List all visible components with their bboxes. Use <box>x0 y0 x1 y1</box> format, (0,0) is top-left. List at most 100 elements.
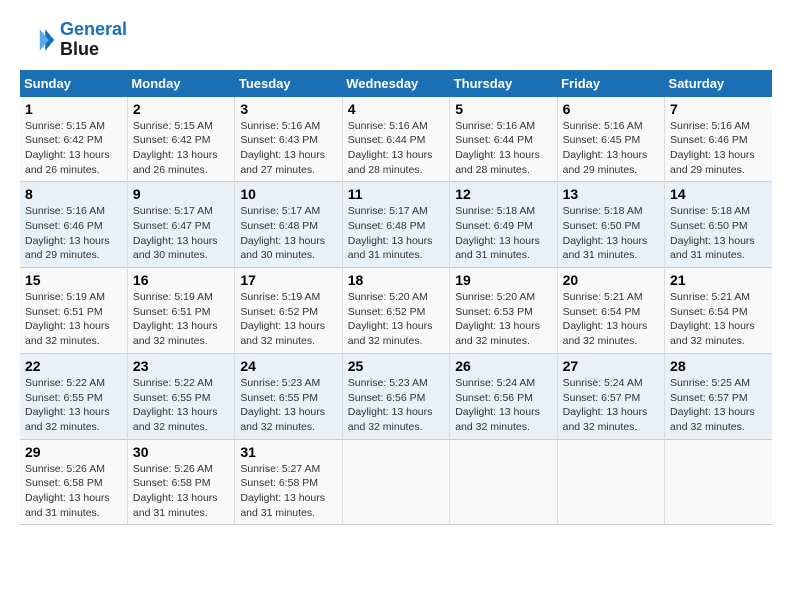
day-number: 28 <box>670 358 767 374</box>
calendar-cell: 11 Sunrise: 5:17 AM Sunset: 6:48 PM Dayl… <box>342 182 449 268</box>
day-number: 2 <box>133 101 229 117</box>
calendar-cell <box>665 439 772 525</box>
day-info: Sunrise: 5:21 AM Sunset: 6:54 PM Dayligh… <box>670 290 767 349</box>
logo: General Blue <box>20 20 127 60</box>
day-info: Sunrise: 5:27 AM Sunset: 6:58 PM Dayligh… <box>240 462 336 521</box>
calendar-cell: 24 Sunrise: 5:23 AM Sunset: 6:55 PM Dayl… <box>235 353 342 439</box>
calendar-cell <box>342 439 449 525</box>
calendar-cell: 17 Sunrise: 5:19 AM Sunset: 6:52 PM Dayl… <box>235 268 342 354</box>
col-header-saturday: Saturday <box>665 70 772 97</box>
calendar-cell: 1 Sunrise: 5:15 AM Sunset: 6:42 PM Dayli… <box>20 97 127 182</box>
calendar-week-2: 8 Sunrise: 5:16 AM Sunset: 6:46 PM Dayli… <box>20 182 772 268</box>
calendar-cell <box>557 439 664 525</box>
day-info: Sunrise: 5:22 AM Sunset: 6:55 PM Dayligh… <box>133 376 229 435</box>
day-number: 22 <box>25 358 122 374</box>
day-info: Sunrise: 5:26 AM Sunset: 6:58 PM Dayligh… <box>133 462 229 521</box>
calendar-week-3: 15 Sunrise: 5:19 AM Sunset: 6:51 PM Dayl… <box>20 268 772 354</box>
day-info: Sunrise: 5:18 AM Sunset: 6:50 PM Dayligh… <box>563 204 659 263</box>
day-info: Sunrise: 5:17 AM Sunset: 6:48 PM Dayligh… <box>240 204 336 263</box>
day-info: Sunrise: 5:25 AM Sunset: 6:57 PM Dayligh… <box>670 376 767 435</box>
day-info: Sunrise: 5:23 AM Sunset: 6:56 PM Dayligh… <box>348 376 444 435</box>
calendar-cell: 29 Sunrise: 5:26 AM Sunset: 6:58 PM Dayl… <box>20 439 127 525</box>
logo-text: General Blue <box>60 20 127 60</box>
day-info: Sunrise: 5:19 AM Sunset: 6:51 PM Dayligh… <box>25 290 122 349</box>
day-info: Sunrise: 5:20 AM Sunset: 6:52 PM Dayligh… <box>348 290 444 349</box>
calendar-cell: 16 Sunrise: 5:19 AM Sunset: 6:51 PM Dayl… <box>127 268 234 354</box>
calendar-cell: 5 Sunrise: 5:16 AM Sunset: 6:44 PM Dayli… <box>450 97 557 182</box>
day-number: 18 <box>348 272 444 288</box>
day-number: 13 <box>563 186 659 202</box>
day-number: 29 <box>25 444 122 460</box>
calendar-week-5: 29 Sunrise: 5:26 AM Sunset: 6:58 PM Dayl… <box>20 439 772 525</box>
day-info: Sunrise: 5:16 AM Sunset: 6:46 PM Dayligh… <box>25 204 122 263</box>
day-info: Sunrise: 5:16 AM Sunset: 6:44 PM Dayligh… <box>455 119 551 178</box>
day-number: 10 <box>240 186 336 202</box>
day-number: 4 <box>348 101 444 117</box>
day-number: 25 <box>348 358 444 374</box>
calendar-cell: 7 Sunrise: 5:16 AM Sunset: 6:46 PM Dayli… <box>665 97 772 182</box>
calendar-cell: 15 Sunrise: 5:19 AM Sunset: 6:51 PM Dayl… <box>20 268 127 354</box>
day-number: 12 <box>455 186 551 202</box>
calendar-cell: 4 Sunrise: 5:16 AM Sunset: 6:44 PM Dayli… <box>342 97 449 182</box>
day-info: Sunrise: 5:23 AM Sunset: 6:55 PM Dayligh… <box>240 376 336 435</box>
day-info: Sunrise: 5:15 AM Sunset: 6:42 PM Dayligh… <box>133 119 229 178</box>
logo-icon <box>20 22 56 58</box>
day-info: Sunrise: 5:24 AM Sunset: 6:57 PM Dayligh… <box>563 376 659 435</box>
calendar-cell: 13 Sunrise: 5:18 AM Sunset: 6:50 PM Dayl… <box>557 182 664 268</box>
day-number: 20 <box>563 272 659 288</box>
day-info: Sunrise: 5:16 AM Sunset: 6:46 PM Dayligh… <box>670 119 767 178</box>
day-info: Sunrise: 5:16 AM Sunset: 6:45 PM Dayligh… <box>563 119 659 178</box>
calendar-cell: 19 Sunrise: 5:20 AM Sunset: 6:53 PM Dayl… <box>450 268 557 354</box>
day-info: Sunrise: 5:21 AM Sunset: 6:54 PM Dayligh… <box>563 290 659 349</box>
calendar-cell: 3 Sunrise: 5:16 AM Sunset: 6:43 PM Dayli… <box>235 97 342 182</box>
day-number: 24 <box>240 358 336 374</box>
day-info: Sunrise: 5:19 AM Sunset: 6:51 PM Dayligh… <box>133 290 229 349</box>
day-number: 23 <box>133 358 229 374</box>
day-info: Sunrise: 5:22 AM Sunset: 6:55 PM Dayligh… <box>25 376 122 435</box>
calendar-cell: 26 Sunrise: 5:24 AM Sunset: 6:56 PM Dayl… <box>450 353 557 439</box>
day-number: 15 <box>25 272 122 288</box>
calendar-cell: 6 Sunrise: 5:16 AM Sunset: 6:45 PM Dayli… <box>557 97 664 182</box>
page-header: General Blue <box>20 20 772 60</box>
day-info: Sunrise: 5:19 AM Sunset: 6:52 PM Dayligh… <box>240 290 336 349</box>
day-number: 31 <box>240 444 336 460</box>
calendar-cell: 18 Sunrise: 5:20 AM Sunset: 6:52 PM Dayl… <box>342 268 449 354</box>
calendar-cell: 14 Sunrise: 5:18 AM Sunset: 6:50 PM Dayl… <box>665 182 772 268</box>
calendar-cell: 22 Sunrise: 5:22 AM Sunset: 6:55 PM Dayl… <box>20 353 127 439</box>
day-number: 7 <box>670 101 767 117</box>
calendar-cell: 28 Sunrise: 5:25 AM Sunset: 6:57 PM Dayl… <box>665 353 772 439</box>
calendar-week-1: 1 Sunrise: 5:15 AM Sunset: 6:42 PM Dayli… <box>20 97 772 182</box>
calendar-cell: 20 Sunrise: 5:21 AM Sunset: 6:54 PM Dayl… <box>557 268 664 354</box>
day-info: Sunrise: 5:18 AM Sunset: 6:49 PM Dayligh… <box>455 204 551 263</box>
calendar-cell: 12 Sunrise: 5:18 AM Sunset: 6:49 PM Dayl… <box>450 182 557 268</box>
col-header-friday: Friday <box>557 70 664 97</box>
day-number: 17 <box>240 272 336 288</box>
day-info: Sunrise: 5:24 AM Sunset: 6:56 PM Dayligh… <box>455 376 551 435</box>
header-row: SundayMondayTuesdayWednesdayThursdayFrid… <box>20 70 772 97</box>
calendar-cell: 30 Sunrise: 5:26 AM Sunset: 6:58 PM Dayl… <box>127 439 234 525</box>
calendar-cell: 27 Sunrise: 5:24 AM Sunset: 6:57 PM Dayl… <box>557 353 664 439</box>
day-number: 1 <box>25 101 122 117</box>
calendar-cell <box>450 439 557 525</box>
day-info: Sunrise: 5:26 AM Sunset: 6:58 PM Dayligh… <box>25 462 122 521</box>
day-number: 9 <box>133 186 229 202</box>
day-number: 8 <box>25 186 122 202</box>
calendar-cell: 21 Sunrise: 5:21 AM Sunset: 6:54 PM Dayl… <box>665 268 772 354</box>
col-header-thursday: Thursday <box>450 70 557 97</box>
day-info: Sunrise: 5:17 AM Sunset: 6:47 PM Dayligh… <box>133 204 229 263</box>
day-number: 5 <box>455 101 551 117</box>
day-number: 26 <box>455 358 551 374</box>
calendar-cell: 23 Sunrise: 5:22 AM Sunset: 6:55 PM Dayl… <box>127 353 234 439</box>
day-info: Sunrise: 5:17 AM Sunset: 6:48 PM Dayligh… <box>348 204 444 263</box>
day-number: 3 <box>240 101 336 117</box>
calendar-cell: 9 Sunrise: 5:17 AM Sunset: 6:47 PM Dayli… <box>127 182 234 268</box>
day-info: Sunrise: 5:16 AM Sunset: 6:43 PM Dayligh… <box>240 119 336 178</box>
day-info: Sunrise: 5:16 AM Sunset: 6:44 PM Dayligh… <box>348 119 444 178</box>
col-header-tuesday: Tuesday <box>235 70 342 97</box>
calendar-table: SundayMondayTuesdayWednesdayThursdayFrid… <box>20 70 772 526</box>
col-header-wednesday: Wednesday <box>342 70 449 97</box>
day-info: Sunrise: 5:15 AM Sunset: 6:42 PM Dayligh… <box>25 119 122 178</box>
calendar-cell: 8 Sunrise: 5:16 AM Sunset: 6:46 PM Dayli… <box>20 182 127 268</box>
calendar-cell: 2 Sunrise: 5:15 AM Sunset: 6:42 PM Dayli… <box>127 97 234 182</box>
col-header-sunday: Sunday <box>20 70 127 97</box>
